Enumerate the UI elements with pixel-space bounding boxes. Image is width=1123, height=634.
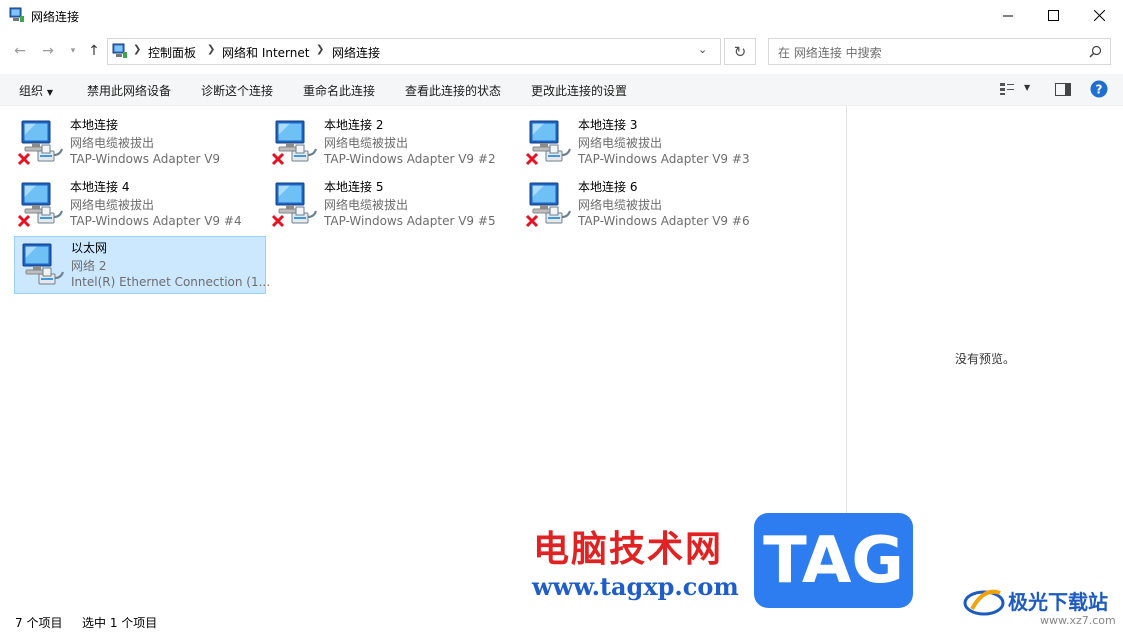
network-adapter-icon: [17, 120, 63, 166]
breadcrumb-control-panel[interactable]: 控制面板: [148, 44, 196, 61]
connection-device: TAP-Windows Adapter V9 #3: [578, 152, 750, 166]
svg-text:?: ?: [1096, 83, 1103, 97]
maximize-button[interactable]: [1030, 0, 1076, 31]
selection-count: 选中 1 个项目: [82, 616, 158, 630]
back-button[interactable]: ←: [10, 41, 30, 61]
rename-button[interactable]: 重命名此连接: [303, 82, 375, 99]
disconnected-x-icon: [271, 152, 285, 166]
breadcrumb-separator: ❯: [133, 44, 142, 55]
chevron-down-icon: ▼: [46, 88, 53, 97]
connection-item[interactable]: 本地连接网络电缆被拔出 TAP-Windows Adapter V9: [14, 114, 264, 170]
connection-name: 本地连接 6: [578, 180, 638, 194]
search-icon[interactable]: [1089, 45, 1102, 58]
preview-pane-icon[interactable]: [1055, 83, 1071, 96]
status-bar: 7 个项目 选中 1 个项目: [0, 607, 1123, 634]
arrow-right-icon: →: [42, 43, 54, 59]
connection-status: 网络电缆被拔出: [324, 136, 409, 150]
connection-item[interactable]: 本地连接 3 网络电缆被拔出 TAP-Windows Adapter V9 #3: [522, 114, 772, 170]
organize-label: 组织: [19, 84, 44, 98]
disconnected-x-icon: [17, 152, 31, 166]
recent-locations-button[interactable]: ▾: [63, 41, 83, 61]
watermark-cn: 电脑技术网: [533, 529, 724, 570]
connection-status: 网络电缆被拔出: [70, 136, 155, 150]
disable-device-button[interactable]: 禁用此网络设备: [87, 82, 171, 99]
up-button[interactable]: ↑: [84, 41, 104, 61]
connection-device: TAP-Windows Adapter V9 #5: [324, 214, 496, 228]
breadcrumb-separator: ❯: [316, 44, 325, 55]
connection-device: TAP-Windows Adapter V9: [70, 152, 221, 166]
view-status-button[interactable]: 查看此连接的状态: [405, 82, 501, 99]
disconnected-x-icon: [525, 152, 539, 166]
connection-name: 本地连接 3: [578, 118, 638, 132]
connection-device: TAP-Windows Adapter V9 #4: [70, 214, 242, 228]
connection-status: 网络电缆被拔出: [324, 198, 409, 212]
connection-status: 网络电缆被拔出: [70, 198, 155, 212]
minimize-icon: [1003, 15, 1013, 16]
close-button[interactable]: [1076, 0, 1122, 31]
network-connections-icon: [9, 7, 24, 22]
breadcrumb-network-connections[interactable]: 网络连接: [332, 44, 380, 61]
control-panel-icon: [112, 43, 127, 58]
disconnected-x-icon: [271, 214, 285, 228]
network-adapter-icon: [22, 243, 64, 285]
address-dropdown-icon[interactable]: ⌄: [698, 43, 707, 56]
connection-item[interactable]: 本地连接 4 网络电缆被拔出 TAP-Windows Adapter V9 #4: [14, 176, 264, 232]
close-icon: [1093, 10, 1105, 21]
network-adapter-icon: [271, 182, 317, 228]
breadcrumb-network-internet[interactable]: 网络和 Internet: [222, 44, 309, 61]
connection-name: 本地连接 5: [324, 180, 384, 194]
disconnected-x-icon: [17, 214, 31, 228]
help-icon[interactable]: ?: [1090, 80, 1108, 98]
connection-device: Intel(R) Ethernet Connection (1...: [71, 275, 271, 289]
connection-item[interactable]: 以太网网络 2 Intel(R) Ethernet Connection (1..…: [14, 236, 270, 294]
connection-item[interactable]: 本地连接 5 网络电缆被拔出 TAP-Windows Adapter V9 #5: [268, 176, 518, 232]
connection-item[interactable]: 本地连接 6 网络电缆被拔出 TAP-Windows Adapter V9 #6: [522, 176, 772, 232]
window-title: 网络连接: [31, 10, 80, 24]
connection-status: 网络电缆被拔出: [578, 136, 663, 150]
watermark-site-name: 极光下载站: [1008, 590, 1108, 614]
item-count: 7 个项目: [15, 616, 63, 630]
minimize-button[interactable]: [985, 0, 1031, 31]
network-adapter-icon: [271, 120, 317, 166]
arrow-left-icon: ←: [14, 43, 26, 59]
network-adapter-icon: [525, 120, 571, 166]
watermark-tag-logo: TAG: [754, 513, 913, 608]
view-options-icon[interactable]: [999, 82, 1015, 96]
connection-item[interactable]: 本地连接 2 网络电缆被拔出 TAP-Windows Adapter V9 #2: [268, 114, 518, 170]
preview-empty-text: 没有预览。: [955, 352, 1016, 366]
connection-name: 本地连接 4: [70, 180, 130, 194]
search-placeholder: 在 网络连接 中搜索: [778, 46, 882, 60]
search-input[interactable]: 在 网络连接 中搜索: [768, 38, 1111, 65]
refresh-button[interactable]: ↻: [724, 38, 756, 65]
change-settings-button[interactable]: 更改此连接的设置: [531, 82, 627, 99]
command-bar: 组织 ▼ 禁用此网络设备 诊断这个连接 重命名此连接 查看此连接的状态 更改此连…: [0, 74, 1123, 106]
watermark-site-url: www.xz7.com: [1040, 614, 1116, 627]
network-adapter-icon: [17, 182, 63, 228]
watermark-url: www.tagxp.com: [532, 572, 739, 601]
address-bar[interactable]: ❯ 控制面板 ❯ 网络和 Internet ❯ 网络连接 ⌄: [107, 38, 721, 65]
diagnose-button[interactable]: 诊断这个连接: [201, 82, 273, 99]
connection-device: TAP-Windows Adapter V9 #2: [324, 152, 496, 166]
connection-device: TAP-Windows Adapter V9 #6: [578, 214, 750, 228]
chevron-down-icon: ▾: [70, 46, 76, 56]
view-options-chevron-icon[interactable]: ▼: [1024, 83, 1030, 92]
connection-name: 以太网: [71, 241, 108, 255]
site-logo-icon: [963, 589, 1005, 616]
connection-name: 本地连接: [70, 118, 119, 132]
forward-button[interactable]: →: [38, 41, 58, 61]
connection-name: 本地连接 2: [324, 118, 384, 132]
organize-menu[interactable]: 组织 ▼: [19, 82, 53, 99]
arrow-up-icon: ↑: [88, 43, 100, 59]
network-adapter-icon: [525, 182, 571, 228]
connection-status: 网络电缆被拔出: [578, 198, 663, 212]
refresh-icon: ↻: [733, 42, 747, 61]
disconnected-x-icon: [525, 214, 539, 228]
maximize-icon: [1047, 10, 1059, 21]
title-bar: 网络连接: [0, 0, 1123, 31]
connection-status: 网络 2: [71, 259, 107, 273]
breadcrumb-separator: ❯: [207, 44, 216, 55]
